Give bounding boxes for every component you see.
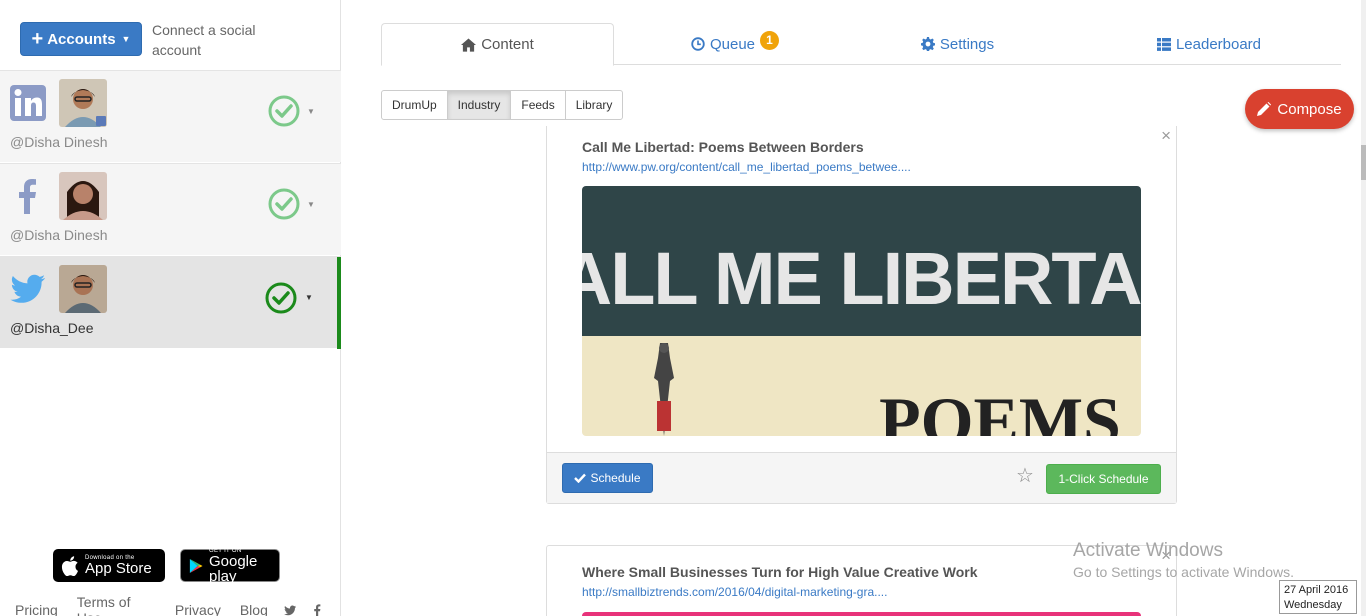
check-circle-icon: [268, 188, 300, 220]
tab-settings[interactable]: Settings: [856, 23, 1059, 65]
active-indicator: [337, 257, 341, 349]
footer-link-pricing[interactable]: Pricing: [15, 602, 58, 616]
scrollbar-track[interactable]: [1361, 0, 1366, 616]
tab-queue[interactable]: Queue 1: [614, 23, 856, 65]
card-image: [582, 612, 1141, 616]
accounts-button-label: Accounts: [47, 30, 116, 48]
twitter-icon: [10, 274, 46, 303]
content-card: × Call Me Libertad: Poems Between Border…: [546, 126, 1177, 504]
card-footer: Schedule ☆ 1-Click Schedule: [547, 452, 1176, 503]
schedule-label: Schedule: [590, 471, 641, 485]
compose-button[interactable]: Compose: [1245, 89, 1354, 129]
account-menu-caret-icon[interactable]: ▼: [305, 293, 313, 302]
account-handle: @Disha Dinesh: [10, 227, 108, 243]
subtab-feeds[interactable]: Feeds: [510, 90, 566, 120]
activate-windows-watermark: Activate Windows Go to Settings to activ…: [1073, 540, 1294, 580]
image-subheadline: POEMS: [879, 383, 1121, 436]
account-menu-caret-icon[interactable]: ▼: [307, 200, 315, 209]
accounts-button[interactable]: + Accounts ▼: [20, 22, 142, 56]
footer-links: Pricing Terms of Use Privacy Blog: [15, 594, 340, 616]
tab-queue-label: Queue: [709, 35, 756, 53]
footer-link-terms[interactable]: Terms of Use: [77, 594, 156, 616]
avatar: [59, 172, 107, 220]
footer-link-privacy[interactable]: Privacy: [175, 602, 221, 616]
caret-down-icon: ▼: [121, 34, 131, 44]
twitter-icon[interactable]: [284, 605, 297, 616]
queue-count-badge: 1: [760, 30, 780, 50]
linkedin-icon: [10, 85, 46, 121]
plus-icon: +: [31, 28, 44, 50]
scrollbar-thumb[interactable]: [1361, 145, 1366, 180]
date-tooltip: 27 April 2016 Wednesday: [1279, 580, 1357, 614]
list-icon: [1156, 37, 1171, 51]
check-circle-icon: [265, 282, 297, 314]
google-play-big-text: Google play: [208, 552, 258, 585]
account-linkedin[interactable]: @Disha Dinesh ▼: [0, 70, 341, 162]
app-store-badge[interactable]: Download on the App Store: [53, 549, 165, 582]
avatar: [59, 265, 107, 313]
schedule-button[interactable]: Schedule: [562, 463, 653, 493]
main-tabs: Content Queue 1 Settings Leaderboard: [381, 23, 1341, 66]
account-handle: @Disha_Dee: [10, 320, 94, 336]
facebook-icon[interactable]: [314, 603, 322, 616]
activate-subtitle: Go to Settings to activate Windows.: [1073, 564, 1294, 580]
clock-icon: [691, 37, 705, 51]
content-source-tabs: DrumUp Industry Feeds Library: [381, 90, 624, 120]
tab-leaderboard-label: Leaderboard: [1175, 35, 1262, 53]
card-title: Where Small Businesses Turn for High Val…: [582, 564, 978, 580]
compose-label: Compose: [1277, 100, 1342, 118]
account-menu-caret-icon[interactable]: ▼: [307, 107, 315, 116]
app-store-big-text: App Store: [85, 560, 152, 577]
card-url[interactable]: http://www.pw.org/content/call_me_libert…: [582, 160, 911, 174]
subtab-industry[interactable]: Industry: [446, 90, 512, 120]
home-icon: [461, 37, 477, 52]
gear-icon: [920, 37, 935, 51]
card-url[interactable]: http://smallbiztrends.com/2016/04/digita…: [582, 585, 887, 599]
tab-leaderboard[interactable]: Leaderboard: [1059, 23, 1359, 65]
check-icon: [574, 473, 587, 483]
facebook-icon: [19, 179, 36, 214]
google-play-icon: [189, 558, 203, 573]
google-play-badge[interactable]: GET IT ON Google play: [180, 548, 280, 585]
one-click-schedule-button[interactable]: 1-Click Schedule: [1046, 464, 1161, 494]
day-text: Wednesday: [1284, 599, 1342, 611]
account-twitter[interactable]: @Disha_Dee ▼: [0, 256, 341, 349]
pencil-icon: [1257, 102, 1272, 116]
tab-content[interactable]: Content: [381, 23, 614, 66]
account-facebook[interactable]: @Disha Dinesh ▼: [0, 163, 341, 255]
connect-account-link[interactable]: Connect a social account: [152, 20, 282, 60]
subtab-drumup[interactable]: DrumUp: [381, 90, 448, 120]
date-text: 27 April 2016: [1284, 584, 1349, 596]
subtab-library[interactable]: Library: [564, 90, 624, 120]
tab-content-label: Content: [481, 36, 534, 53]
apple-icon: [61, 555, 78, 576]
star-icon[interactable]: ☆: [1016, 466, 1034, 486]
account-handle: @Disha Dinesh: [10, 134, 108, 150]
sidebar: + Accounts ▼ Connect a social account @D…: [0, 0, 341, 616]
tab-settings-label: Settings: [939, 35, 995, 53]
card-image: CALL ME LIBERTAD: POEMS: [582, 186, 1141, 436]
avatar: [59, 79, 107, 127]
check-circle-icon: [268, 95, 300, 127]
footer-link-blog[interactable]: Blog: [240, 602, 268, 616]
image-headline: CALL ME LIBERTAD:: [582, 237, 1141, 320]
close-icon[interactable]: ×: [1161, 126, 1171, 146]
card-title: Call Me Libertad: Poems Between Borders: [582, 139, 864, 155]
activate-title: Activate Windows: [1073, 540, 1223, 561]
app-badges: Download on the App Store GET IT ON Goog…: [53, 548, 280, 585]
